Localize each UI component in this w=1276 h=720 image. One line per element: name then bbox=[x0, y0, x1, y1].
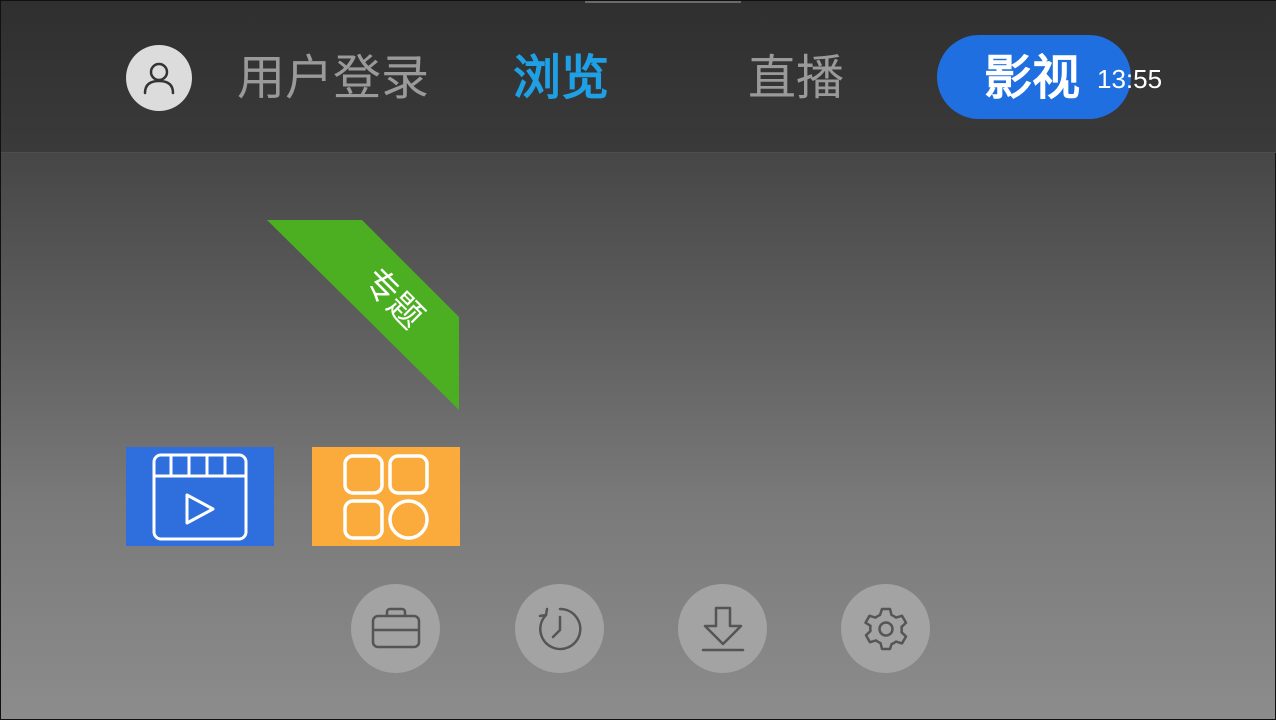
top-notch bbox=[585, 1, 741, 3]
video-play-icon bbox=[152, 453, 248, 540]
nav-tab-browse[interactable]: 浏览 bbox=[513, 45, 609, 111]
user-icon bbox=[143, 62, 175, 95]
apps-grid-icon bbox=[343, 453, 429, 540]
avatar[interactable] bbox=[126, 45, 192, 111]
status-clock: 13:55 bbox=[1097, 64, 1163, 94]
download-button[interactable] bbox=[678, 584, 767, 673]
files-button[interactable] bbox=[351, 584, 440, 673]
nav-tab-live[interactable]: 直播 bbox=[748, 45, 844, 111]
nav-tab-movie[interactable]: 影视 bbox=[984, 45, 1080, 111]
history-button[interactable] bbox=[515, 584, 604, 673]
top-navigation-bar: 用户登录 浏览 直播 影视 13:55 bbox=[1, 1, 1276, 153]
folder-icon bbox=[371, 607, 420, 648]
video-tile[interactable] bbox=[126, 447, 274, 546]
nav-tab-login[interactable]: 用户登录 bbox=[237, 45, 429, 111]
topic-ribbon-shape: 专题 bbox=[267, 220, 459, 410]
apps-tile[interactable] bbox=[312, 447, 460, 546]
download-icon bbox=[701, 606, 744, 651]
settings-button[interactable] bbox=[841, 584, 930, 673]
settings-gear-icon bbox=[863, 607, 907, 650]
history-clock-icon bbox=[538, 607, 581, 650]
topic-ribbon[interactable]: 专题 bbox=[267, 220, 459, 410]
